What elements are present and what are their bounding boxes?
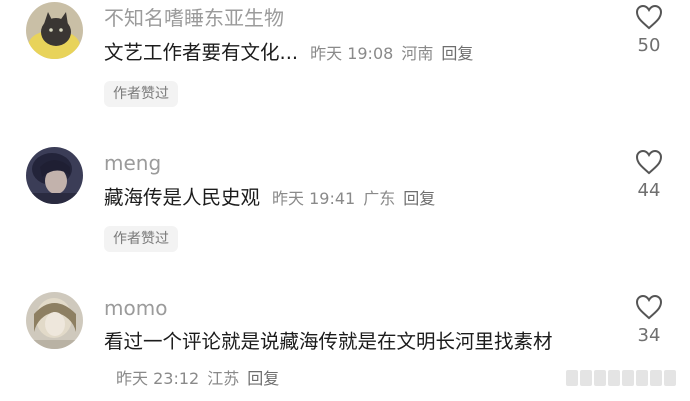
comment-time: 昨天 19:41 [272,189,356,208]
like-button[interactable]: 34 [630,294,668,346]
avatar-person-light-photo-icon [26,292,83,349]
comment-body: 看过一个评论就是说藏海传就是在文明长河里找素材昨天 23:12 江苏 回复 [104,324,604,397]
comment-location: 河南 [401,44,434,63]
author-liked-badge: 作者赞过 [104,81,178,107]
comment-meta: 昨天 23:12 江苏 回复 [116,369,287,388]
author-liked-badge: 作者赞过 [104,226,178,252]
avatar-cat-photo-icon [26,2,83,59]
comment-body: 文艺工作者要有文化... 昨天 19:08 河南 回复 [104,35,604,72]
comment-body: 藏海传是人民史观 昨天 19:41 广东 回复 [104,180,604,217]
comment-text: 看过一个评论就是说藏海传就是在文明长河里找素材 [104,330,553,353]
heart-outline-icon [635,149,663,175]
comment-meta: 昨天 19:08 河南 回复 [310,44,481,63]
avatar[interactable] [26,147,83,204]
like-count: 50 [637,35,661,56]
watermark-logo [566,370,686,394]
comment-location: 江苏 [207,369,240,388]
avatar-person-dark-photo-icon [26,147,83,204]
comment-text: 藏海传是人民史观 [104,186,261,209]
heart-outline-icon [635,294,663,320]
like-count: 44 [637,180,661,201]
like-button[interactable]: 50 [630,4,668,56]
comment-time: 昨天 23:12 [116,369,200,388]
avatar[interactable] [26,2,83,59]
comment-meta: 昨天 19:41 广东 回复 [272,189,443,208]
reply-button[interactable]: 回复 [403,189,435,208]
comment-location: 广东 [363,189,396,208]
comment-time: 昨天 19:08 [310,44,394,63]
comment-text: 文艺工作者要有文化... [104,41,299,64]
username[interactable]: 不知名嗜睡东亚生物 [104,6,284,30]
username[interactable]: meng [104,151,161,175]
avatar[interactable] [26,292,83,349]
username[interactable]: momo [104,296,167,320]
reply-button[interactable]: 回复 [247,369,279,388]
like-button[interactable]: 44 [630,149,668,201]
like-count: 34 [637,325,661,346]
reply-button[interactable]: 回复 [441,44,473,63]
heart-outline-icon [635,4,663,30]
